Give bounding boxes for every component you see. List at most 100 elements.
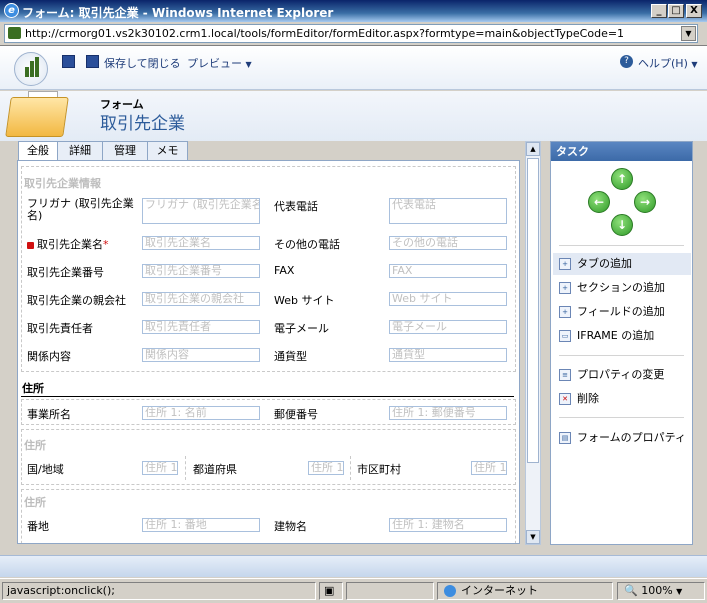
- task-pane: タスク ↑ ← → ↓ + タブの追加 + セクションの追加 + フィールドの追加 ▭…: [550, 141, 693, 545]
- field-label: Web サイト: [274, 294, 335, 307]
- page-title: 取引先企業: [100, 114, 185, 134]
- status-segment: [346, 582, 434, 600]
- fax-field[interactable]: FAX: [389, 264, 507, 278]
- section-title: 取引先企業情報: [24, 177, 101, 190]
- preview-button[interactable]: プレビュー ▼: [187, 55, 252, 71]
- scroll-thumb[interactable]: [527, 158, 539, 463]
- task-pane-title: タスク: [551, 142, 692, 161]
- section-title: 住所: [22, 382, 44, 395]
- currency-field[interactable]: 通貨型: [389, 348, 507, 362]
- crm-logo: [14, 52, 48, 86]
- add-iframe-button[interactable]: ▭ IFRAME の追加: [553, 325, 691, 347]
- state-field[interactable]: 住所 1: [308, 461, 344, 475]
- form-scrollbar[interactable]: ▲ ▼: [525, 141, 541, 545]
- maximize-button[interactable]: □: [668, 4, 684, 18]
- field-label: フリガナ (取引先企業名): [27, 197, 134, 222]
- popup-blocker-icon[interactable]: ▣: [319, 582, 343, 600]
- task-label: タブの追加: [577, 257, 632, 270]
- url-text: http://crmorg01.vs2k30102.crm1.local/too…: [25, 27, 625, 40]
- zone-indicator: インターネット: [437, 582, 613, 600]
- form-properties-button[interactable]: ▤ フォームのプロパティ: [553, 427, 691, 449]
- help-label: ヘルプ(H): [638, 57, 688, 70]
- zoom-icon: 🔍: [624, 584, 638, 597]
- zoom-control[interactable]: 🔍 100% ▼: [617, 582, 705, 600]
- other-phone-field[interactable]: その他の電話: [389, 236, 507, 250]
- close-button[interactable]: X: [686, 4, 702, 18]
- section-address-region[interactable]: [21, 429, 516, 485]
- field-label: 取引先企業名*: [27, 236, 109, 252]
- country-field[interactable]: 住所 1: [142, 461, 178, 475]
- url-dropdown-icon[interactable]: ▼: [681, 26, 696, 41]
- add-section-button[interactable]: + セクションの追加: [553, 277, 691, 299]
- postal-code-field[interactable]: 住所 1: 郵便番号: [389, 406, 507, 420]
- account-name-label: 取引先企業名: [37, 238, 103, 251]
- help-icon: ?: [620, 55, 633, 68]
- add-iframe-icon: ▭: [559, 330, 571, 342]
- website-field[interactable]: Web サイト: [389, 292, 507, 306]
- delete-button[interactable]: ✕ 削除: [553, 388, 691, 410]
- parent-account-field[interactable]: 取引先企業の親会社: [142, 292, 260, 306]
- section-address-street[interactable]: [21, 489, 516, 543]
- add-field-icon: +: [559, 306, 571, 318]
- divider: [559, 355, 684, 356]
- field-label: 通貨型: [274, 350, 307, 363]
- field-label: 取引先企業番号: [27, 266, 104, 279]
- move-down-icon[interactable]: ↓: [611, 214, 633, 236]
- relationship-type-field[interactable]: 関係内容: [142, 348, 260, 362]
- minimize-button[interactable]: _: [651, 4, 667, 18]
- required-marker: *: [103, 238, 109, 251]
- form-canvas: 取引先企業情報 フリガナ (取引先企業名) フリガナ (取引先企業名) 代表電話…: [17, 160, 520, 544]
- field-label: その他の電話: [274, 238, 340, 251]
- address-name-field[interactable]: 住所 1: 名前: [142, 406, 260, 420]
- status-text: javascript:onclick();: [2, 582, 316, 600]
- field-label: 事業所名: [27, 408, 71, 421]
- section-divider: [21, 396, 514, 397]
- save-close-button[interactable]: 保存して閉じる: [104, 55, 181, 71]
- tab-admin[interactable]: 管理: [102, 141, 148, 160]
- window-title: フォーム: 取引先企業 - Windows Internet Explorer: [22, 6, 334, 20]
- add-tab-button[interactable]: + タブの追加: [553, 253, 691, 275]
- field-label: 取引先企業の親会社: [27, 294, 126, 307]
- email-field[interactable]: 電子メール: [389, 320, 507, 334]
- tab-general[interactable]: 全般: [18, 141, 58, 161]
- task-label: プロパティの変更: [577, 368, 665, 381]
- help-chevron-icon: ▼: [691, 60, 698, 69]
- globe-icon: [444, 585, 456, 597]
- task-label: 削除: [577, 392, 599, 405]
- city-field[interactable]: 住所 1: [471, 461, 507, 475]
- change-properties-button[interactable]: ≡ プロパティの変更: [553, 364, 691, 386]
- section-title: 住所: [24, 439, 46, 452]
- move-left-icon[interactable]: ←: [588, 191, 610, 213]
- address-bar: http://crmorg01.vs2k30102.crm1.local/too…: [0, 22, 707, 46]
- divider: [559, 417, 684, 418]
- move-up-icon[interactable]: ↑: [611, 168, 633, 190]
- add-tab-icon: +: [559, 258, 571, 270]
- task-label: IFRAME の追加: [577, 329, 655, 342]
- building-field[interactable]: 住所 1: 建物名: [389, 518, 507, 532]
- zoom-chevron-icon: ▼: [676, 587, 683, 596]
- move-right-icon[interactable]: →: [634, 191, 656, 213]
- field-label: 代表電話: [274, 200, 318, 213]
- properties-icon: ≡: [559, 369, 571, 381]
- url-field[interactable]: http://crmorg01.vs2k30102.crm1.local/too…: [4, 24, 698, 43]
- scroll-up-icon[interactable]: ▲: [526, 142, 540, 156]
- field-label: FAX: [274, 264, 295, 277]
- save-icon[interactable]: [62, 55, 75, 68]
- ie-icon: e: [4, 3, 19, 18]
- field-label: 建物名: [274, 520, 307, 533]
- column-divider: [350, 456, 351, 480]
- main-phone-field[interactable]: 代表電話: [389, 198, 507, 224]
- column-divider: [185, 456, 186, 480]
- tab-details[interactable]: 詳細: [57, 141, 103, 160]
- furigana-field[interactable]: フリガナ (取引先企業名): [142, 198, 260, 224]
- street-field[interactable]: 住所 1: 番地: [142, 518, 260, 532]
- tab-notes[interactable]: メモ: [147, 141, 188, 160]
- preview-label: プレビュー: [187, 57, 242, 70]
- field-label: 電子メール: [274, 322, 329, 335]
- help-button[interactable]: ヘルプ(H) ▼: [638, 55, 698, 71]
- add-field-button[interactable]: + フィールドの追加: [553, 301, 691, 323]
- scroll-down-icon[interactable]: ▼: [526, 530, 540, 544]
- primary-contact-field[interactable]: 取引先責任者: [142, 320, 260, 334]
- account-number-field[interactable]: 取引先企業番号: [142, 264, 260, 278]
- account-name-field[interactable]: 取引先企業名: [142, 236, 260, 250]
